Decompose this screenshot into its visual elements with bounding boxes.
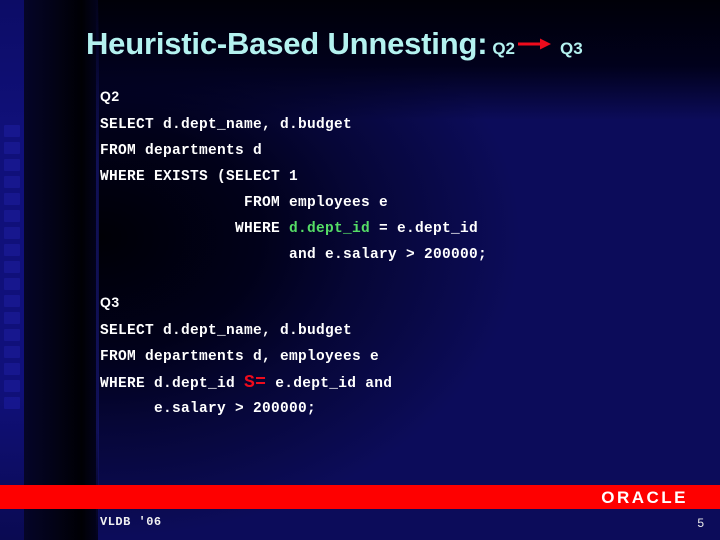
slide-title: Heuristic-Based Unnesting: Q2 Q3: [86, 26, 583, 62]
code-segment: SELECT d.dept_name, d.budget: [100, 117, 353, 133]
background-left-shadow: [24, 0, 98, 540]
code-line: WHERE d.dept_id S= e.dept_id and: [100, 370, 392, 396]
decorative-square: [4, 346, 20, 358]
code-line: e.salary > 200000;: [100, 396, 392, 422]
semijoin-operator: S=: [244, 373, 267, 393]
code-segment: FROM departments d: [100, 143, 263, 159]
code-line: FROM departments d, employees e: [100, 344, 392, 370]
right-arrow-icon: [518, 37, 552, 51]
decorative-square: [4, 397, 20, 409]
decorative-square: [4, 125, 20, 137]
query-lines-q2: SELECT d.dept_name, d.budget FROM departm…: [100, 112, 487, 268]
page-title: Heuristic-Based Unnesting:: [86, 26, 488, 61]
code-segment: FROM employees e: [100, 195, 389, 211]
decorative-square-column: [4, 125, 22, 425]
decorative-square: [4, 312, 20, 324]
code-line: SELECT d.dept_name, d.budget: [100, 112, 487, 138]
query-block-q3: Q3 SELECT d.dept_name, d.budget FROM depa…: [100, 294, 392, 422]
code-segment: SELECT d.dept_name, d.budget: [100, 323, 353, 339]
query-block-q2: Q2 SELECT d.dept_name, d.budget FROM depa…: [100, 88, 487, 268]
code-line: and e.salary > 200000;: [100, 242, 487, 268]
title-query-to: Q3: [560, 39, 583, 58]
code-line: WHERE d.dept_id = e.dept_id: [100, 216, 487, 242]
code-line: FROM employees e: [100, 190, 487, 216]
page-number: 5: [697, 516, 704, 530]
background-vertical-divider: [96, 0, 99, 540]
title-query-from: Q2: [492, 39, 515, 58]
code-segment: = e.dept_id: [370, 221, 479, 237]
decorative-square: [4, 227, 20, 239]
decorative-square: [4, 159, 20, 171]
footer-conference-label: VLDB '06: [100, 515, 162, 529]
code-line: FROM departments d: [100, 138, 487, 164]
decorative-square: [4, 193, 20, 205]
decorative-square: [4, 244, 20, 256]
code-segment: e.salary > 200000;: [100, 401, 317, 417]
code-segment: e.dept_id and: [266, 376, 393, 392]
code-segment: WHERE EXISTS (SELECT 1: [100, 169, 299, 185]
code-segment: WHERE d.dept_id: [100, 376, 245, 392]
code-segment: FROM departments d, employees e: [100, 349, 380, 365]
decorative-square: [4, 329, 20, 341]
decorative-square: [4, 295, 20, 307]
decorative-square: [4, 176, 20, 188]
query-label-q3: Q3: [100, 294, 120, 310]
decorative-square: [4, 380, 20, 392]
oracle-logo: ORACLE: [601, 488, 688, 507]
highlighted-column-ref: d.dept_id: [289, 221, 371, 237]
decorative-square: [4, 142, 20, 154]
query-lines-q3: SELECT d.dept_name, d.budget FROM departm…: [100, 318, 392, 422]
decorative-square: [4, 278, 20, 290]
query-label-q2: Q2: [100, 88, 120, 104]
decorative-square: [4, 363, 20, 375]
code-line: SELECT d.dept_name, d.budget: [100, 318, 392, 344]
decorative-square: [4, 210, 20, 222]
code-segment: and e.salary > 200000;: [100, 247, 488, 263]
slide: Heuristic-Based Unnesting: Q2 Q3 Q2 SELE…: [0, 0, 720, 540]
decorative-square: [4, 261, 20, 273]
code-line: WHERE EXISTS (SELECT 1: [100, 164, 487, 190]
code-segment: WHERE: [100, 221, 290, 237]
